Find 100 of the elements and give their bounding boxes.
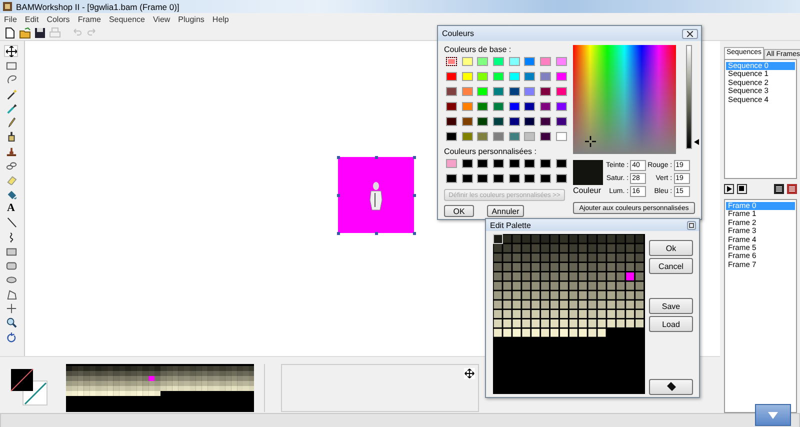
annuler-button[interactable]: Annuler <box>487 205 524 217</box>
color-swatch[interactable] <box>493 132 504 141</box>
palette-tool-button[interactable] <box>649 379 693 395</box>
text-tool[interactable]: A <box>4 202 18 215</box>
color-swatch[interactable] <box>462 102 473 111</box>
resize-handle[interactable] <box>374 232 378 234</box>
color-swatch[interactable] <box>477 102 488 111</box>
color-swatch[interactable] <box>462 132 473 141</box>
play-button[interactable] <box>724 184 734 194</box>
color-swatches-drawing[interactable] <box>10 368 48 406</box>
color-swatch[interactable] <box>493 57 504 66</box>
color-swatch[interactable] <box>508 102 520 111</box>
color-swatch[interactable] <box>556 117 567 126</box>
color-swatch[interactable] <box>446 159 457 168</box>
color-swatch[interactable] <box>462 57 473 66</box>
luminosity-slider[interactable] <box>686 45 700 149</box>
palette-cancel-button[interactable]: Cancel <box>649 258 693 274</box>
color-swatch[interactable] <box>556 174 567 183</box>
color-swatch[interactable] <box>477 159 488 168</box>
color-swatch[interactable] <box>446 87 457 96</box>
menu-item[interactable]: Help <box>212 15 229 24</box>
color-swatch[interactable] <box>556 132 567 141</box>
save-icon[interactable] <box>34 27 46 39</box>
color-swatch[interactable] <box>493 102 504 111</box>
palette-grid[interactable] <box>493 234 645 394</box>
palette-save-button[interactable]: Save <box>649 298 693 314</box>
resize-handle[interactable] <box>336 232 340 234</box>
palette-strip[interactable] <box>66 364 254 412</box>
stop-button[interactable] <box>737 184 747 194</box>
ok-button[interactable]: OK <box>444 205 474 217</box>
resize-handle[interactable] <box>412 194 416 196</box>
color-swatch[interactable] <box>556 72 567 81</box>
close-button[interactable] <box>682 28 698 38</box>
color-swatch[interactable] <box>508 174 520 183</box>
scroll-down-button[interactable] <box>755 404 791 426</box>
color-swatch[interactable] <box>524 117 536 126</box>
color-swatch[interactable] <box>524 174 536 183</box>
color-swatch[interactable] <box>540 132 552 141</box>
color-swatch[interactable] <box>462 117 473 126</box>
color-swatch[interactable] <box>508 87 520 96</box>
color-swatch[interactable] <box>446 117 457 126</box>
menu-item[interactable]: View <box>152 15 170 24</box>
slider-arrow[interactable] <box>694 138 699 145</box>
color-swatch[interactable] <box>477 174 488 183</box>
color-swatch[interactable] <box>446 102 457 111</box>
move-icon[interactable] <box>464 368 475 379</box>
color-swatch[interactable] <box>446 57 457 66</box>
color-swatch[interactable] <box>540 174 552 183</box>
color-swatch[interactable] <box>493 174 504 183</box>
color-swatch[interactable] <box>524 159 536 168</box>
open-folder-icon[interactable] <box>19 27 31 39</box>
color-swatch[interactable] <box>556 87 567 96</box>
color-swatch[interactable] <box>477 87 488 96</box>
palette-load-button[interactable]: Load <box>649 316 693 332</box>
color-swatch[interactable] <box>477 72 488 81</box>
color-swatch[interactable] <box>540 57 552 66</box>
resize-handle[interactable] <box>412 156 416 158</box>
color-swatch[interactable] <box>508 57 520 66</box>
move-tool[interactable] <box>4 45 18 58</box>
color-swatch[interactable] <box>540 87 552 96</box>
color-swatch[interactable] <box>508 117 520 126</box>
resize-handle[interactable] <box>336 156 340 158</box>
color-swatch[interactable] <box>556 57 567 66</box>
color-swatch[interactable] <box>540 117 552 126</box>
color-swatch[interactable] <box>446 132 457 141</box>
menu-item[interactable]: Edit <box>24 15 39 24</box>
resize-handle[interactable] <box>336 194 340 196</box>
color-swatch[interactable] <box>493 159 504 168</box>
color-swatch[interactable] <box>493 87 504 96</box>
menu-item[interactable]: Sequence <box>108 15 145 24</box>
color-swatch[interactable] <box>462 159 473 168</box>
color-swatch[interactable] <box>508 159 520 168</box>
palette-ok-button[interactable]: Ok <box>649 240 693 256</box>
color-swatch[interactable] <box>524 132 536 141</box>
color-swatch[interactable] <box>540 159 552 168</box>
color-swatch[interactable] <box>540 102 552 111</box>
color-swatch[interactable] <box>446 174 457 183</box>
color-spectrum[interactable] <box>573 45 676 154</box>
color-swatch[interactable] <box>556 159 567 168</box>
color-swatch[interactable] <box>524 72 536 81</box>
color-swatch[interactable] <box>446 72 457 81</box>
image-remove-icon[interactable] <box>787 184 797 194</box>
menu-item[interactable]: Frame <box>78 15 101 24</box>
color-swatch[interactable] <box>556 102 567 111</box>
color-swatch[interactable] <box>524 57 536 66</box>
new-file-icon[interactable] <box>4 27 16 39</box>
color-swatch[interactable] <box>524 87 536 96</box>
color-swatch[interactable] <box>462 72 473 81</box>
color-swatch[interactable] <box>477 132 488 141</box>
color-swatch[interactable] <box>493 117 504 126</box>
color-swatch[interactable] <box>462 174 473 183</box>
color-swatch[interactable] <box>477 57 488 66</box>
crosshair-tool[interactable] <box>4 302 18 315</box>
color-swatch[interactable] <box>477 117 488 126</box>
zoom-tool[interactable] <box>4 316 18 329</box>
menu-item[interactable]: Colors <box>46 15 70 24</box>
color-swatch[interactable] <box>540 72 552 81</box>
color-swatch[interactable] <box>508 132 520 141</box>
menu-item[interactable]: File <box>4 15 17 24</box>
image-icon[interactable] <box>774 184 784 194</box>
